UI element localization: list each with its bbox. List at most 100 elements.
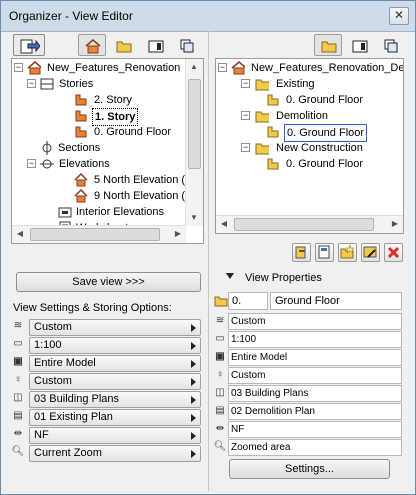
dropdown-value: 03 Building Plans xyxy=(34,393,120,405)
left-tree-horizontal-scrollbar[interactable]: ◀ ▶ xyxy=(12,225,186,243)
renovation-filter-icon: ▤ xyxy=(13,410,23,421)
zoom-icon: 🔍︎ xyxy=(11,446,25,457)
prop-renovation-filter: 02 Demolition Plan xyxy=(228,403,402,420)
layer-combination-dropdown[interactable]: Custom xyxy=(29,319,201,336)
dropdown-arrow-icon xyxy=(191,324,196,332)
collapse-triangle-icon[interactable] xyxy=(226,273,234,279)
scale-dropdown[interactable]: 1:100 xyxy=(29,337,201,354)
tree-root-label: New_Features_Renovation_De xyxy=(251,62,404,74)
settings-button[interactable]: Settings... xyxy=(229,459,390,479)
scroll-left-arrow-icon[interactable]: ◀ xyxy=(12,226,28,242)
new-folder-button[interactable] xyxy=(338,243,357,262)
scroll-thumb[interactable] xyxy=(234,218,374,231)
clone-folder-button[interactable] xyxy=(292,243,311,262)
send-to-button[interactable] xyxy=(13,34,45,56)
story-icon xyxy=(75,110,87,122)
rename-button[interactable] xyxy=(361,243,380,262)
model-view-dropdown[interactable]: Entire Model xyxy=(29,355,201,372)
renovation-filter-dropdown[interactable]: 01 Existing Plan xyxy=(29,409,201,426)
house-icon xyxy=(231,61,245,75)
plan-type-icon: ◫ xyxy=(215,387,225,398)
collapse-toggle[interactable]: − xyxy=(241,143,250,152)
tree-item-label: 0. Ground Floor xyxy=(286,158,364,170)
tree-item-label: 0. Ground Floor xyxy=(286,94,364,106)
project-map-tab[interactable] xyxy=(78,34,106,56)
close-button[interactable]: ✕ xyxy=(389,7,409,25)
view-name-field[interactable]: Ground Floor xyxy=(270,292,402,310)
scroll-right-arrow-icon[interactable]: ▶ xyxy=(170,226,186,242)
renovation-filter-icon: ▤ xyxy=(215,405,225,416)
new-folder-icon xyxy=(340,244,355,259)
dropdown-value: 1:100 xyxy=(34,339,62,351)
dropdown-value: Custom xyxy=(34,321,72,333)
dropdown-value: Current Zoom xyxy=(34,447,102,459)
delete-x-icon xyxy=(387,246,400,259)
layer-set-icon: ≋ xyxy=(215,315,225,326)
scroll-up-arrow-icon[interactable]: ▲ xyxy=(186,59,202,75)
layout-icon xyxy=(352,40,368,53)
dropdown-arrow-icon xyxy=(191,432,196,440)
send-icon xyxy=(20,39,40,54)
view-map-tab[interactable] xyxy=(109,34,137,56)
scroll-right-arrow-icon[interactable]: ▶ xyxy=(387,216,403,232)
pen-set-dropdown[interactable]: Custom xyxy=(29,373,201,390)
left-tree-vertical-scrollbar[interactable]: ▲ ▼ xyxy=(185,59,203,226)
scroll-left-arrow-icon[interactable]: ◀ xyxy=(216,216,232,232)
dimension-dropdown[interactable]: NF xyxy=(29,427,201,444)
stories-icon xyxy=(40,78,54,90)
folder-icon xyxy=(255,143,269,155)
view-settings-button[interactable] xyxy=(315,243,334,262)
pen-set-icon: ♀ xyxy=(216,369,224,380)
publisher-tab[interactable] xyxy=(172,34,200,56)
dropdown-arrow-icon xyxy=(191,378,196,386)
collapse-toggle[interactable]: − xyxy=(14,63,23,72)
dimension-icon: ⇹ xyxy=(13,428,23,439)
right-layout-book-tab[interactable] xyxy=(345,34,373,56)
section-icon xyxy=(42,141,52,155)
clone-folder-icon xyxy=(295,246,306,259)
right-tree-horizontal-scrollbar[interactable]: ◀ ▶ xyxy=(216,215,403,233)
right-view-map-tab[interactable] xyxy=(314,34,342,56)
folder-view-icon xyxy=(321,41,337,53)
folder-icon xyxy=(255,111,269,123)
plan-type-icon: ◫ xyxy=(13,392,23,403)
window-title: Organizer - View Editor xyxy=(9,9,133,23)
view-id-field[interactable]: 0. xyxy=(228,292,268,310)
elevation-icon xyxy=(40,159,54,169)
dropdown-value: Custom xyxy=(34,375,72,387)
scroll-thumb[interactable] xyxy=(188,79,201,169)
dropdown-arrow-icon xyxy=(191,342,196,350)
tree-item-label: 9 North Elevation ( xyxy=(94,190,186,202)
collapse-toggle[interactable]: − xyxy=(218,63,227,72)
zoom-icon: 🔍︎ xyxy=(213,441,227,452)
collapse-toggle[interactable]: − xyxy=(27,159,36,168)
project-map-tree: − New_Features_Renovation − Stories 2. S… xyxy=(11,58,204,244)
zoom-dropdown[interactable]: Current Zoom xyxy=(29,445,201,462)
collapse-toggle[interactable]: − xyxy=(241,111,250,120)
prop-plan-type: 03 Building Plans xyxy=(228,385,402,402)
tree-item-label: Interior Elevations xyxy=(76,206,165,218)
publisher-icon xyxy=(180,39,194,53)
plan-type-dropdown[interactable]: 03 Building Plans xyxy=(29,391,201,408)
prop-model-view: Entire Model xyxy=(228,349,402,366)
splitter[interactable] xyxy=(208,31,209,491)
right-publisher-tab[interactable] xyxy=(376,34,404,56)
dropdown-arrow-icon xyxy=(191,396,196,404)
tree-item-label: Elevations xyxy=(59,158,110,170)
story-icon xyxy=(75,94,87,106)
prop-layer-combination: Custom xyxy=(228,313,402,330)
model-view-icon: ▣ xyxy=(215,351,225,362)
collapse-toggle[interactable]: − xyxy=(241,79,250,88)
save-view-button[interactable]: Save view >>> xyxy=(16,272,201,292)
dropdown-arrow-icon xyxy=(191,450,196,458)
prop-dimension: NF xyxy=(228,421,402,438)
tree-item-label: New Construction xyxy=(276,142,363,154)
story-icon xyxy=(75,126,87,138)
layout-book-tab[interactable] xyxy=(141,34,169,56)
collapse-toggle[interactable]: − xyxy=(27,79,36,88)
publisher-icon xyxy=(384,39,398,53)
scroll-thumb[interactable] xyxy=(30,228,160,241)
scroll-down-arrow-icon[interactable]: ▼ xyxy=(186,210,202,226)
delete-button[interactable] xyxy=(384,243,403,262)
elevation-house-icon xyxy=(74,189,88,203)
